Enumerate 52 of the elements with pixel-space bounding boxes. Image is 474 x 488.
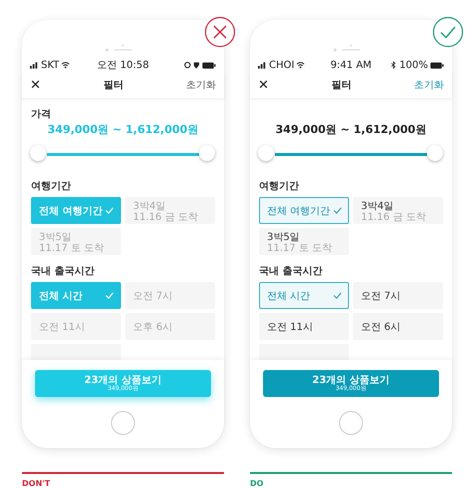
wifi-icon — [61, 61, 70, 69]
section-title: 국내 출국시간 — [259, 266, 322, 277]
price-range: 349,000원 ~ 1,612,000원 — [274, 122, 428, 137]
option-chip[interactable]: 전체 시간 — [259, 282, 349, 309]
close-button[interactable]: ✕ — [30, 78, 41, 92]
section-title: 여행기간 — [259, 181, 299, 192]
home-button[interactable] — [111, 411, 135, 435]
screen-title: 필터 — [103, 79, 124, 92]
battery-icon — [202, 62, 216, 68]
option-chip[interactable]: 오전 6시 — [353, 313, 443, 340]
carrier-name: CHOI — [269, 60, 294, 70]
signal-icon — [258, 61, 267, 69]
battery-icon — [430, 62, 444, 68]
check-icon — [333, 292, 342, 299]
battery-percent: 100% — [399, 60, 428, 70]
slider-handle[interactable] — [427, 145, 443, 161]
shield-icon — [193, 61, 200, 69]
option-chip[interactable]: 3박4일 11.16 금 도착 — [125, 197, 215, 224]
option-chip[interactable]: 오전 7시 — [125, 282, 215, 309]
screen-title: 필터 — [331, 79, 352, 92]
option-chip[interactable]: 3박4일 11.16 금 도착 — [353, 197, 443, 224]
option-chip[interactable]: 오전 7시 — [353, 282, 443, 309]
slider-handle[interactable] — [258, 145, 274, 161]
home-button[interactable] — [339, 411, 363, 435]
status-time: 오전 10:58 — [97, 59, 149, 72]
section-title: 국내 출국시간 — [31, 266, 94, 277]
bluetooth-icon — [390, 61, 398, 69]
check-icon — [333, 207, 342, 214]
slider-handle[interactable] — [199, 145, 215, 161]
option-chip[interactable]: 3박5일 11.17 토 도착 — [259, 228, 349, 255]
slider-handle[interactable] — [30, 145, 46, 161]
option-chip[interactable]: 3박5일 11.17 토 도착 — [31, 228, 121, 255]
option-chip[interactable]: 전체 시간 — [31, 282, 121, 309]
option-chip[interactable]: 전체 여행기간 — [31, 197, 121, 224]
status-time: 9:41 AM — [330, 60, 372, 70]
carrier-name: SKT — [41, 60, 60, 70]
close-button[interactable]: ✕ — [258, 78, 269, 92]
reset-button[interactable]: 초기화 — [414, 78, 444, 92]
signal-icon — [30, 61, 39, 69]
check-icon — [105, 207, 114, 214]
verdict-caption: DON'T — [22, 479, 50, 488]
option-chip[interactable]: 오전 11시 — [31, 313, 121, 340]
option-chip[interactable]: 오전 11시 — [259, 313, 349, 340]
wifi-icon — [296, 61, 306, 69]
reset-button[interactable]: 초기화 — [186, 78, 216, 92]
check-icon — [105, 292, 114, 299]
section-title: 여행기간 — [31, 181, 71, 192]
option-chip[interactable]: 전체 여행기간 — [259, 197, 349, 224]
option-chip[interactable]: 오후 6시 — [125, 313, 215, 340]
section-title: 가격 — [31, 109, 51, 120]
verdict-caption: DO — [250, 479, 264, 488]
price-range: 349,000원 ~ 1,612,000원 — [46, 122, 200, 137]
